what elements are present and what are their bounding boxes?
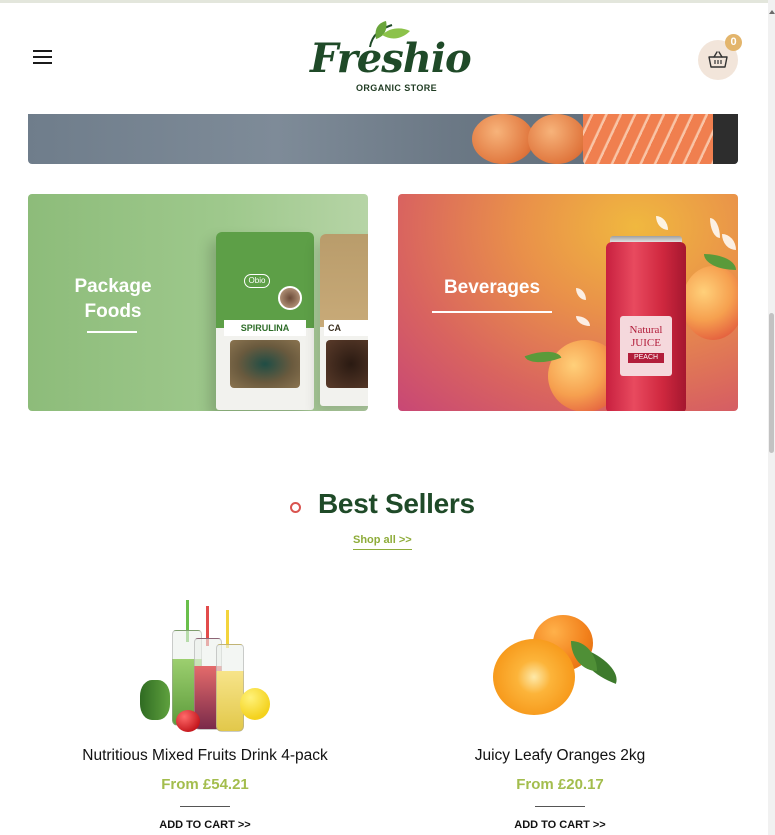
basket-icon bbox=[708, 51, 728, 68]
product-card[interactable]: Juicy Leafy Oranges 2kg From £20.17 ADD … bbox=[395, 595, 725, 835]
board-shadow bbox=[713, 114, 738, 164]
section-dot-icon bbox=[290, 502, 301, 513]
orange-half bbox=[493, 639, 575, 715]
pouch-label: CA bbox=[324, 320, 368, 336]
scroll-up-icon[interactable] bbox=[769, 10, 775, 14]
egg-image bbox=[472, 114, 534, 164]
petal-decoration bbox=[656, 216, 668, 230]
jar-label-line1: Natural bbox=[629, 324, 663, 336]
scrollbar[interactable] bbox=[768, 0, 775, 835]
salmon-image bbox=[583, 114, 733, 164]
jar-label: Natural JUICE PEACH bbox=[620, 316, 672, 376]
bottle bbox=[216, 644, 244, 732]
product-name[interactable]: Nutritious Mixed Fruits Drink 4-pack bbox=[40, 747, 370, 765]
category-title-line2: Foods bbox=[84, 301, 142, 322]
category-underline bbox=[87, 331, 137, 333]
cucumber bbox=[140, 680, 170, 720]
product-price: From £20.17 bbox=[516, 776, 604, 793]
category-title-line1: Package bbox=[74, 276, 152, 297]
category-title: Beverages bbox=[443, 277, 541, 298]
logo-wordmark: Freshio bbox=[310, 35, 472, 82]
petal-decoration bbox=[576, 316, 590, 326]
product-name[interactable]: Juicy Leafy Oranges 2kg bbox=[395, 747, 725, 765]
cart-count-badge: 0 bbox=[725, 34, 742, 51]
brand-badge: Obio bbox=[244, 274, 270, 288]
hero-banner bbox=[28, 114, 738, 164]
spirulina-pouch-image: Obio SPIRULINA bbox=[216, 232, 314, 410]
portrait-seal bbox=[278, 286, 302, 310]
category-beverages[interactable]: Beverages Natural JUICE PEACH bbox=[398, 194, 738, 411]
hamburger-icon[interactable] bbox=[33, 49, 53, 65]
cacao-pouch-image: CA bbox=[320, 234, 368, 406]
egg-image bbox=[528, 114, 586, 164]
shop-all-link[interactable]: Shop all >> bbox=[353, 534, 412, 550]
logo-subtitle: ORGANIC STORE bbox=[356, 83, 438, 93]
jar-label-line2: JUICE bbox=[631, 337, 661, 349]
scroll-thumb[interactable] bbox=[769, 313, 774, 453]
petal-decoration bbox=[576, 288, 586, 300]
section-title: Best Sellers bbox=[318, 488, 475, 519]
product-divider bbox=[535, 806, 585, 807]
product-divider bbox=[180, 806, 230, 807]
product-image[interactable] bbox=[493, 613, 633, 718]
add-to-cart-button[interactable]: ADD TO CART >> bbox=[40, 819, 370, 831]
category-package-foods[interactable]: Package Foods Obio SPIRULINA CA bbox=[28, 194, 368, 411]
category-title: Package Foods bbox=[68, 274, 158, 324]
petal-decoration bbox=[722, 234, 736, 250]
product-image[interactable] bbox=[138, 600, 272, 735]
bowl-image bbox=[230, 340, 300, 388]
add-to-cart-button[interactable]: ADD TO CART >> bbox=[395, 819, 725, 831]
bowl-image bbox=[326, 340, 368, 388]
logo[interactable]: Freshio ORGANIC STORE bbox=[300, 19, 472, 99]
jar-label-line3: PEACH bbox=[628, 353, 664, 363]
product-card[interactable]: Nutritious Mixed Fruits Drink 4-pack Fro… bbox=[40, 595, 370, 835]
product-price: From £54.21 bbox=[161, 776, 249, 793]
strawberry bbox=[176, 710, 200, 732]
peach-image bbox=[682, 266, 738, 340]
straw bbox=[226, 610, 229, 648]
site-header: Freshio ORGANIC STORE bbox=[0, 3, 768, 114]
pouch-label: SPIRULINA bbox=[224, 320, 306, 336]
petal-decoration bbox=[710, 218, 720, 238]
lemon bbox=[240, 688, 270, 720]
category-underline bbox=[432, 311, 552, 313]
